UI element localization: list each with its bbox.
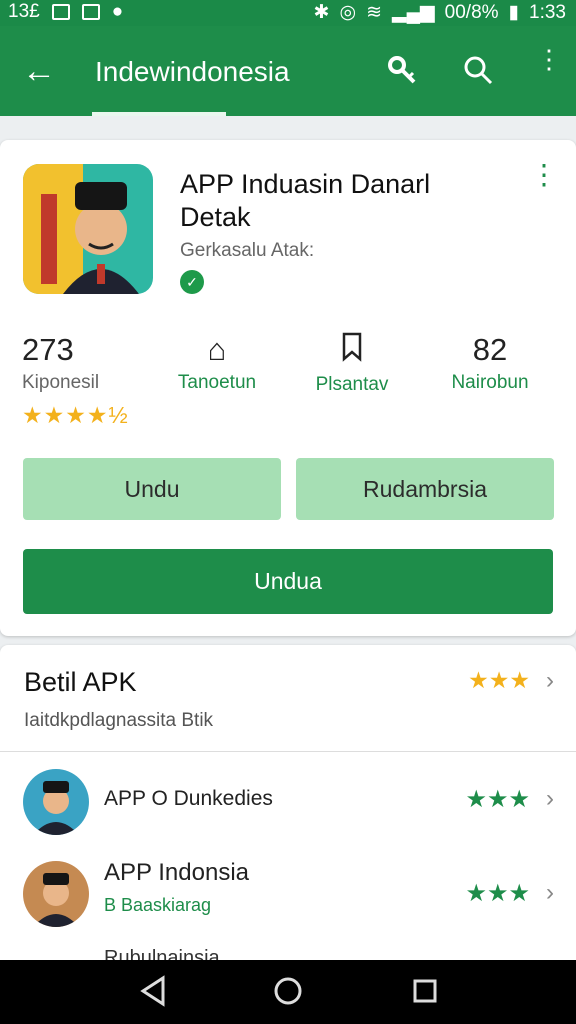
signal-icon: ▂▄▆ [391, 2, 435, 23]
back-icon[interactable] [138, 974, 168, 1013]
battery-icon: ▮ [508, 2, 520, 23]
battery-text: 00/8% [444, 1, 499, 23]
secondary-action-button[interactable]: Rudambrsia [296, 458, 554, 520]
clock: 1:33 [529, 1, 566, 23]
stat-rated[interactable]: ⌂ Tanoetun [172, 332, 262, 394]
list-item-title: APP Indonsia [104, 859, 249, 886]
stat-value: 82 [472, 332, 508, 367]
secondary-download-button[interactable]: Undu [23, 458, 281, 520]
avatar [23, 861, 89, 927]
app-title-line1: APP Induasin Danarl [180, 169, 431, 199]
section-title: Betil APK [24, 667, 137, 697]
developer-name[interactable]: Gerkasalu Atak: [180, 240, 314, 262]
stat-label: Tanoetun [177, 372, 257, 393]
key-icon[interactable] [386, 54, 418, 94]
stat-bookmark[interactable]: Plsantav [302, 332, 402, 396]
bookmark-icon [302, 332, 402, 370]
list-item-stars: ★★★ [465, 786, 530, 813]
app-title: APP Induasin Danarl Detak [180, 168, 430, 234]
status-bar: 13£ ● ✱ ◎ ≋ ▂▄▆ 00/8% ▮ 1:33 [0, 0, 576, 26]
app-icon [23, 164, 153, 294]
section-subtitle: Iaitdkpdlagnassita Btik [24, 710, 214, 731]
related-apps-card: Betil APK Iaitdkpdlagnassita Btik ★★★ › … [0, 645, 576, 965]
app-details-card: APP Induasin Danarl Detak Gerkasalu Atak… [0, 140, 576, 636]
list-item-title: APP O Dunkedies [104, 787, 273, 810]
stat-value: 273 [22, 332, 74, 367]
list-item[interactable]: APP O Dunkedies ★★★ › [0, 765, 576, 845]
stat-label: Kiponesil [22, 372, 100, 393]
chevron-right-icon[interactable]: › [546, 785, 554, 813]
back-arrow-icon[interactable]: ← [22, 52, 56, 91]
chevron-right-icon[interactable]: › [546, 879, 554, 907]
recents-icon[interactable] [410, 974, 440, 1013]
rating-stars: ★★★★½ [22, 402, 129, 428]
list-item-subtitle: B Baaskiarag [104, 895, 212, 915]
avatar [23, 769, 89, 835]
verified-check-icon: ✓ [180, 270, 204, 294]
divider [0, 751, 576, 752]
wifi-icon: ≋ [366, 2, 382, 23]
stat-label: Nairobun [451, 372, 529, 393]
status-left-text: 13£ [8, 1, 40, 22]
photo-notification-icon [81, 4, 100, 20]
search-icon[interactable] [462, 54, 494, 94]
app-title-line2: Detak [180, 202, 251, 232]
stat-label: Plsantav [315, 374, 389, 395]
home-button-icon[interactable] [272, 974, 304, 1013]
stat-downloads: 273 Kiponesil [22, 332, 99, 394]
list-item-stars: ★★★ [465, 880, 530, 907]
stat-size: 82 Nairobun [440, 332, 540, 394]
section-rating-stars: ★★★ [468, 667, 530, 693]
home-icon: ⌂ [207, 332, 227, 367]
overflow-menu-icon[interactable]: ⋮ [536, 46, 562, 72]
chevron-right-icon[interactable]: › [546, 667, 554, 695]
app-bar: ← Indewindonesia ⋮ [0, 26, 576, 116]
list-item[interactable]: APP Indonsia B Baaskiarag ★★★ › [0, 857, 576, 937]
tab-indicator [92, 112, 226, 116]
alarm-icon: ◎ [339, 2, 357, 23]
app-overflow-menu-icon[interactable]: ⋮ [530, 161, 558, 189]
app-bar-title: Indewindonesia [95, 56, 290, 87]
bluetooth-icon: ✱ [313, 2, 330, 23]
download-button[interactable]: Undua [23, 549, 553, 614]
system-nav-bar [0, 960, 576, 1024]
app-notification-icon: ● [111, 1, 124, 22]
notification-icon [51, 4, 70, 20]
